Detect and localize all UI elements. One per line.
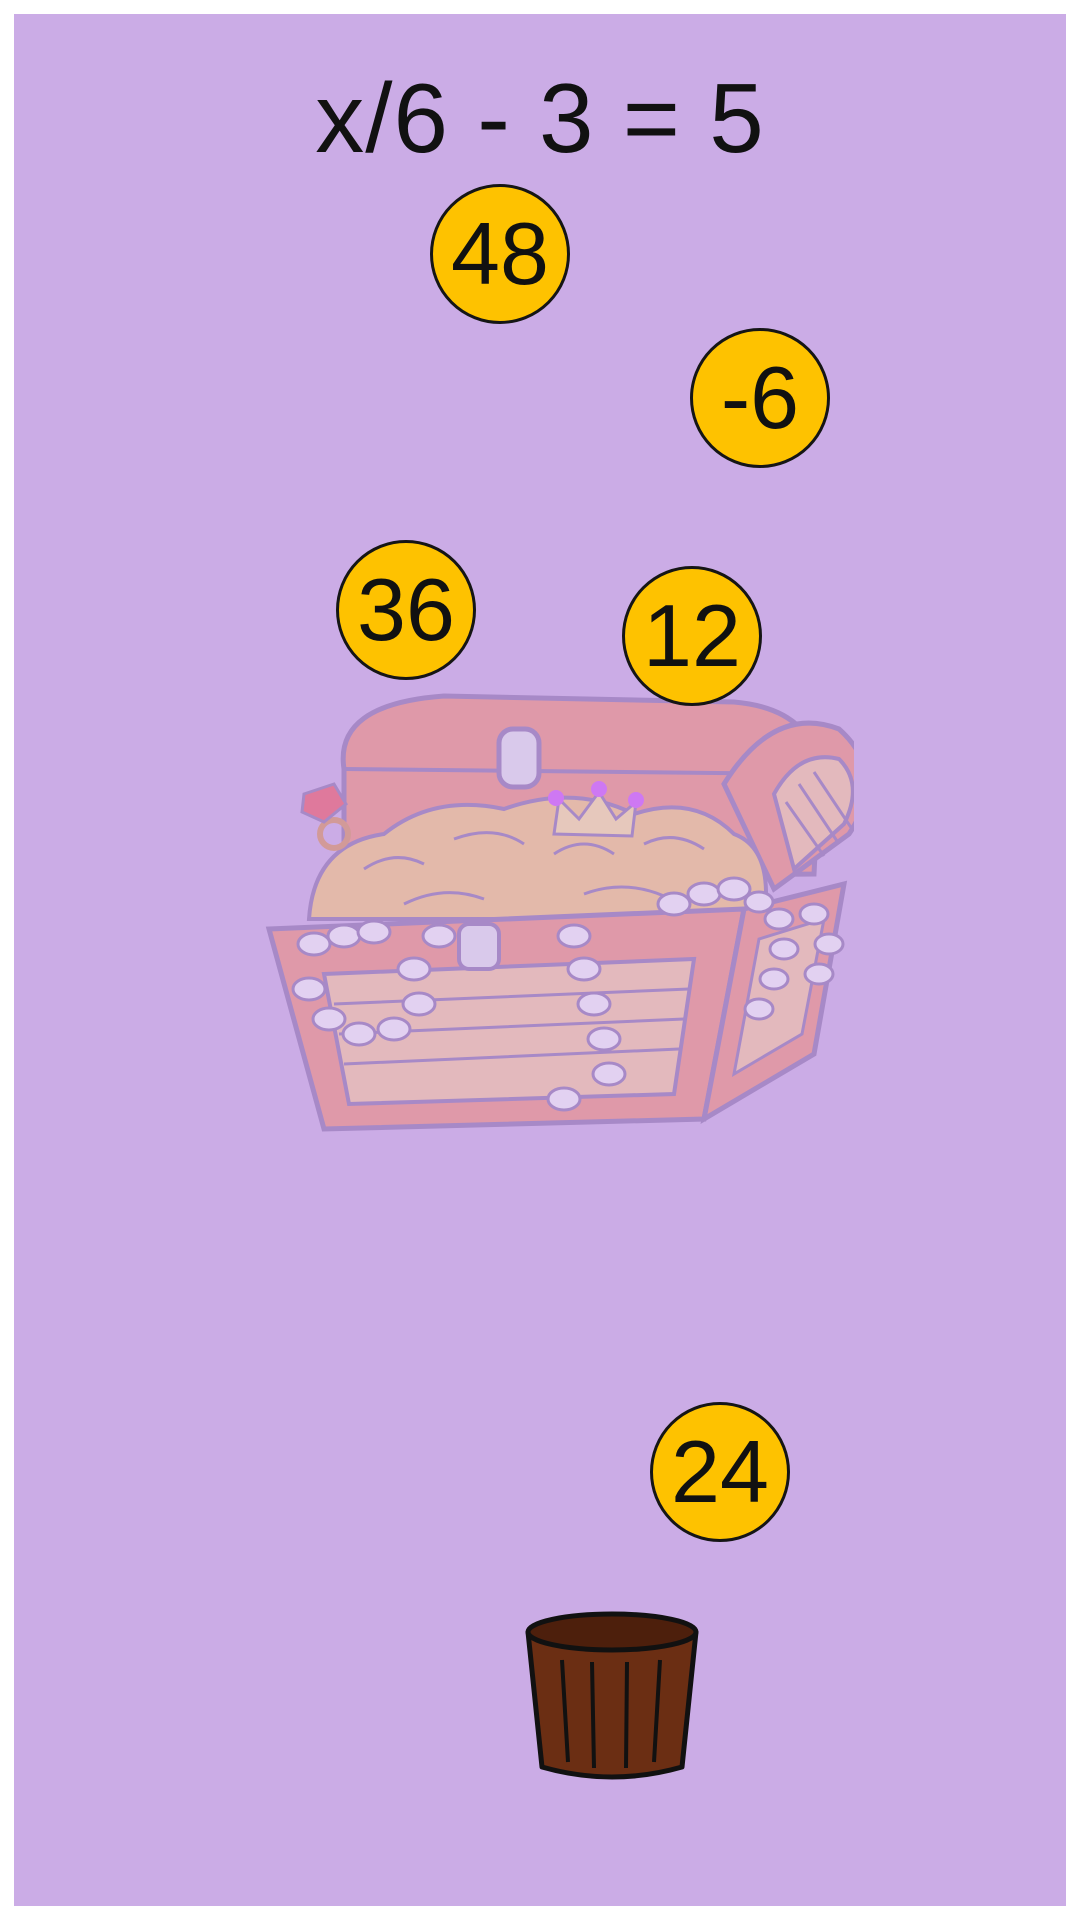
answer-coin-24[interactable]: 24: [650, 1402, 790, 1542]
answer-coin-neg6[interactable]: -6: [690, 328, 830, 468]
equation-text: x/6 - 3 = 5: [315, 63, 765, 173]
game-area: x/6 - 3 = 5 48 -6 36 12 24: [14, 14, 1066, 1906]
answer-coin-48[interactable]: 48: [430, 184, 570, 324]
treasure-chest-icon: [265, 693, 854, 1132]
bucket-icon[interactable]: [522, 1602, 702, 1782]
answer-coin-12[interactable]: 12: [622, 566, 762, 706]
answer-coin-36[interactable]: 36: [336, 540, 476, 680]
